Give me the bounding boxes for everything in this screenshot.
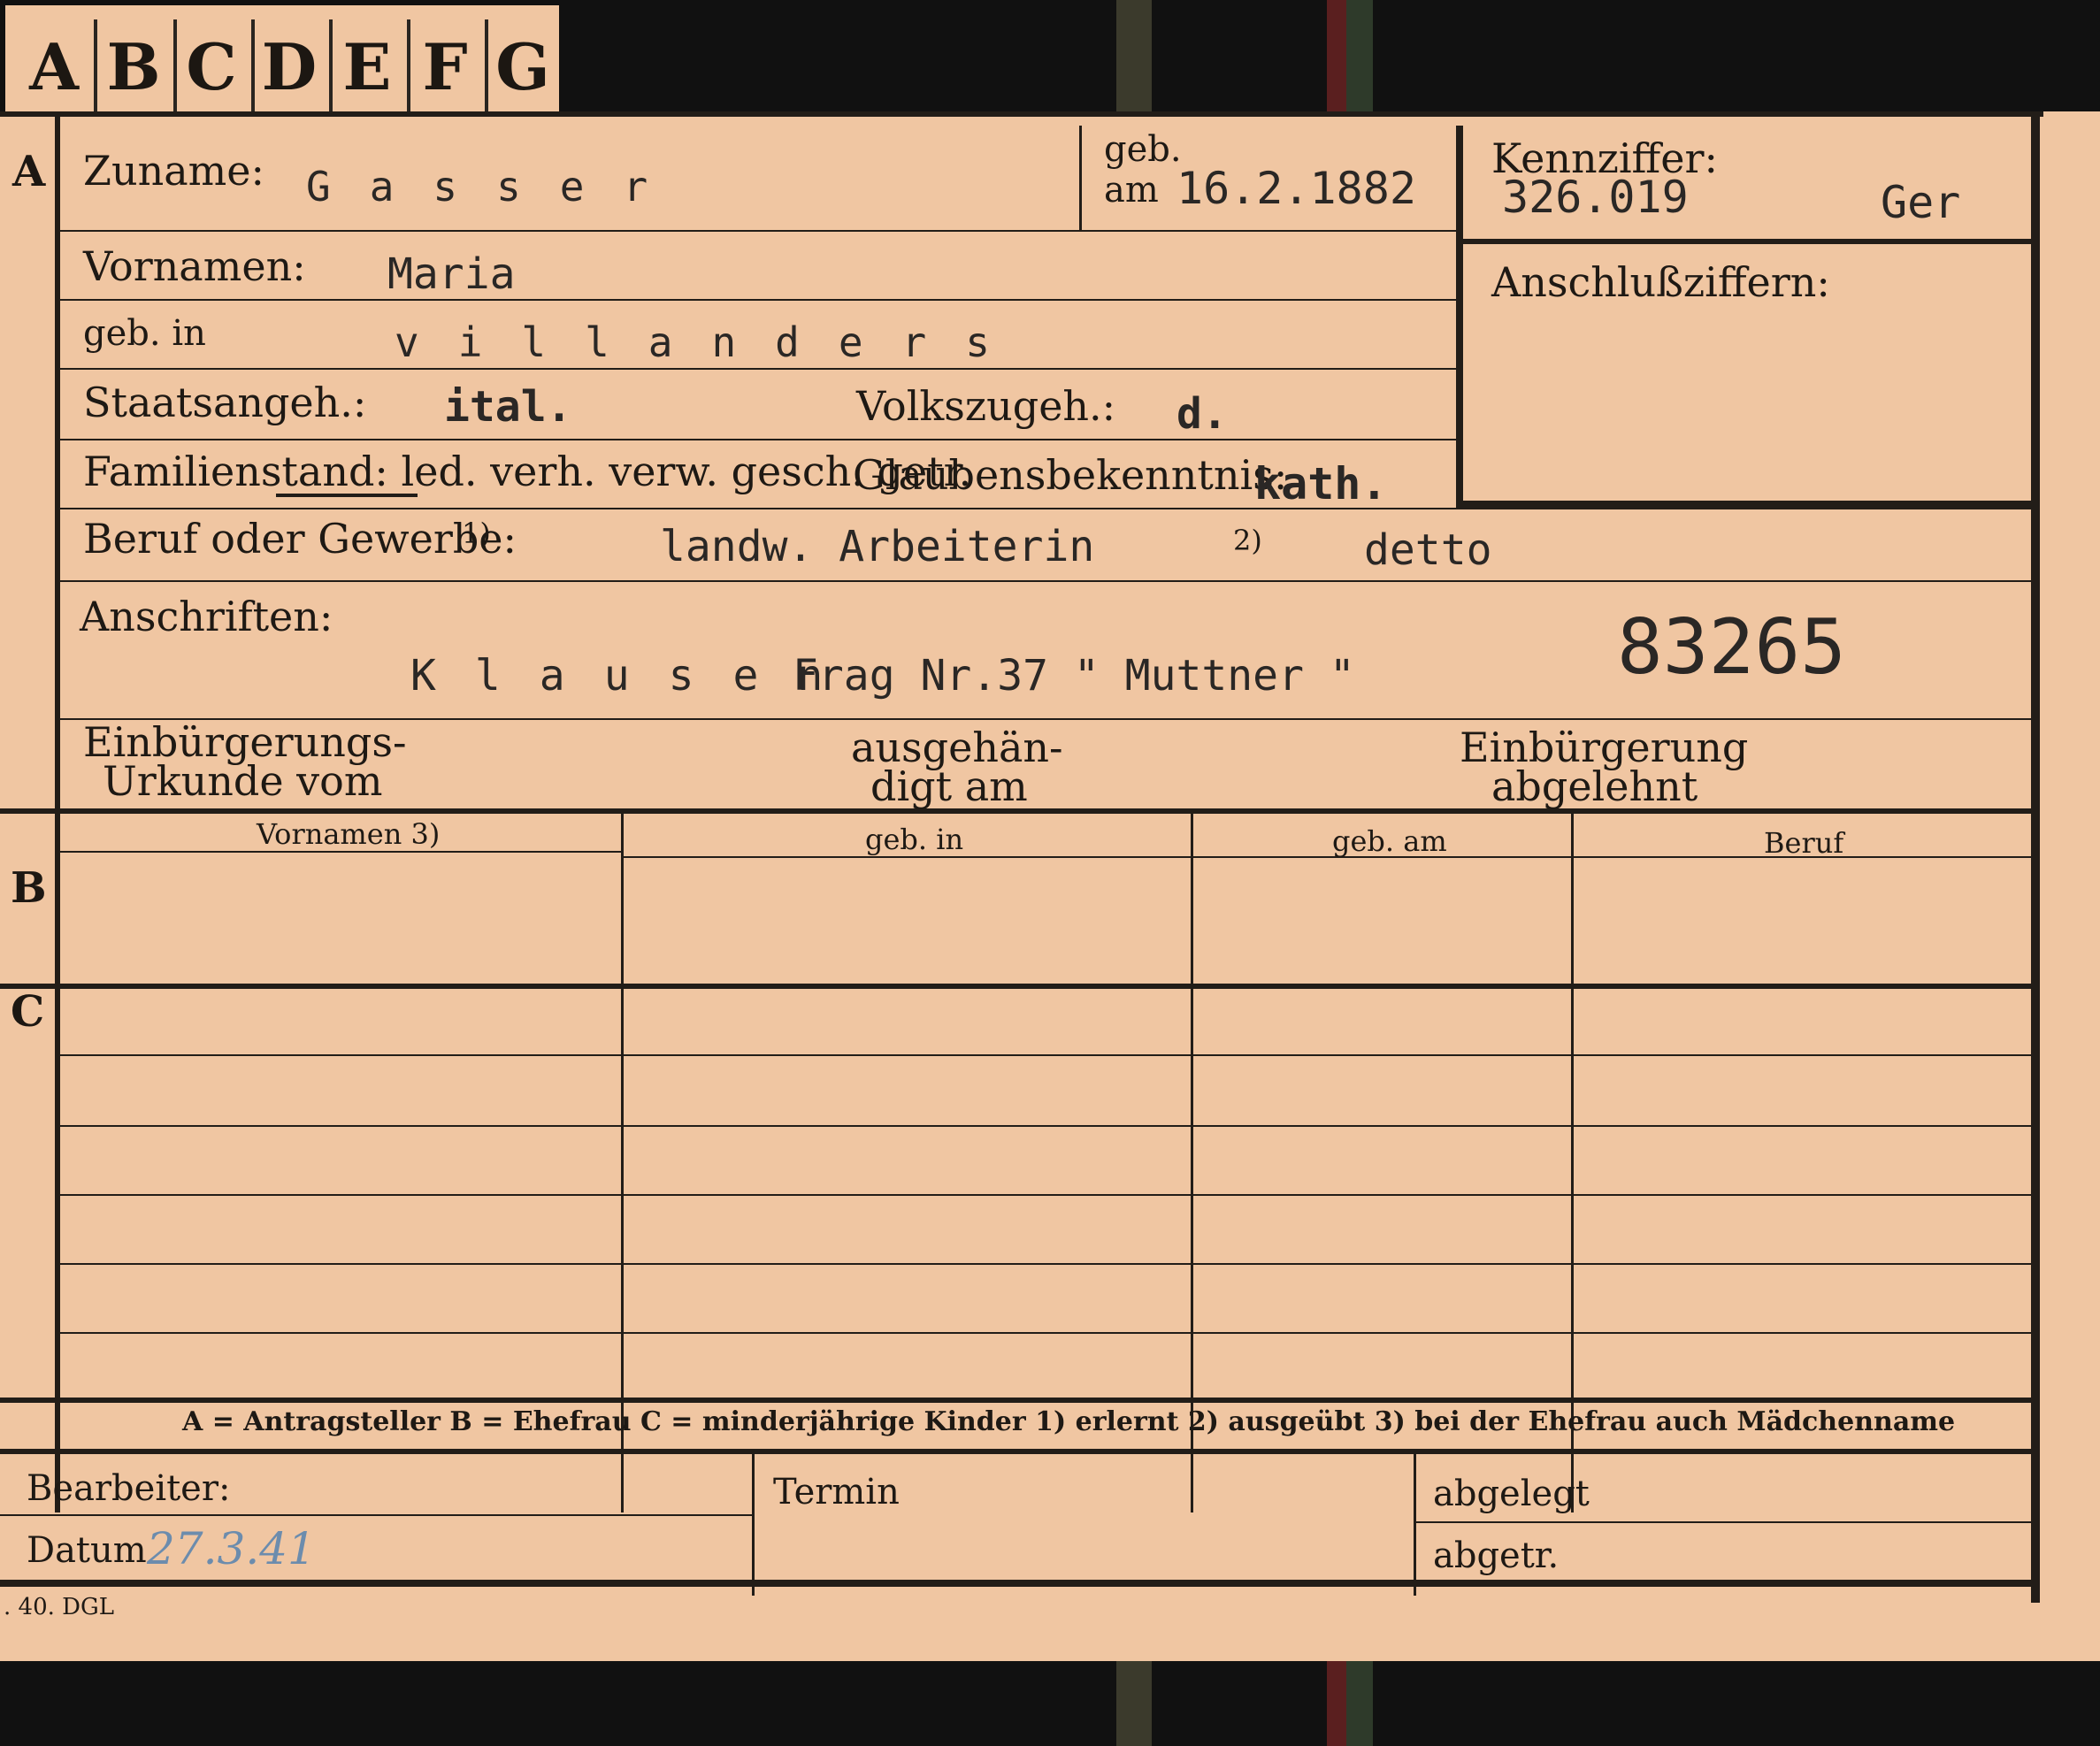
rule [60, 1194, 2033, 1196]
label-am: am [1104, 170, 1159, 211]
rule [1414, 1454, 1416, 1596]
value-geburtsdatum: 16.2.1882 [1176, 163, 1416, 214]
rule [60, 439, 1458, 440]
value-datum: 27.3.41 [147, 1523, 316, 1574]
rule [60, 1263, 2033, 1265]
value-kennziffer: 326.019 [1502, 172, 1689, 223]
tab-g: G [495, 29, 550, 104]
tab-f: F [422, 29, 468, 104]
section-b-marker: B [11, 863, 47, 913]
value-staatsangehoerigkeit: ital. [444, 382, 572, 432]
label-termin: Termin [773, 1472, 900, 1512]
label-einbuergerung-abgelehnt-2: abgelehnt [1491, 762, 1698, 810]
label-beruf: Beruf oder Gewerbe: [83, 515, 517, 563]
value-anschrift-rest: Frag Nr.37 " Muttner " [793, 651, 1355, 701]
label-glaubensbekenntnis: Glaubensbekenntnis: [853, 451, 1288, 499]
rule [60, 1125, 2033, 1127]
tab-b: B [106, 29, 161, 104]
section-c-marker: C [11, 987, 45, 1037]
column-header-geb-in: geb. in [865, 823, 964, 856]
registration-card: A B C Zuname: Gasser geb. am 16.2.1882 K… [0, 111, 2100, 1661]
rule [60, 508, 2035, 509]
legend: A = Antragsteller B = Ehefrau C = minder… [182, 1406, 1956, 1437]
column-header-beruf: Beruf [1764, 826, 1844, 860]
rule [60, 580, 2035, 582]
value-volkszugehoerigkeit: d. [1176, 389, 1228, 439]
rule [55, 814, 60, 1512]
tab-a: A [29, 29, 79, 104]
stamp-number: 83265 [1617, 603, 1846, 692]
rule [0, 1398, 2035, 1403]
label-zuname: Zuname: [83, 147, 264, 195]
value-geburtsort: villanders [395, 318, 1029, 366]
label-ausgehaendigt-2: digt am [870, 762, 1028, 810]
label-volkszugehoerigkeit: Volkszugeh.: [856, 382, 1116, 430]
rule [0, 984, 2035, 989]
section-a-marker: A [12, 147, 46, 196]
rule [60, 299, 1458, 301]
rule [0, 111, 2043, 117]
value-zuname: Gasser [306, 163, 687, 211]
tab-e: E [342, 29, 392, 104]
label-vornamen: Vornamen: [83, 242, 306, 290]
label-anschriften: Anschriften: [80, 593, 333, 640]
rule [752, 1454, 755, 1596]
tab-d: D [261, 29, 318, 104]
label-datum: Datum [27, 1530, 147, 1571]
label-geb: geb. [1104, 129, 1182, 170]
label-familienstand: Familienstand: led. verh. verw. gesch. g… [83, 448, 972, 495]
column-header-vornamen: Vornamen 3) [257, 817, 441, 851]
rule [60, 851, 621, 853]
value-beruf-erlernt: landw. Arbeiterin [660, 522, 1095, 571]
rule [1456, 126, 1463, 509]
label-staatsangehoerigkeit: Staatsangeh.: [83, 379, 367, 426]
label-anschlussziffern: Anschlußziffern: [1491, 258, 1830, 306]
label-bearbeiter: Bearbeiter: [27, 1468, 231, 1509]
value-glaubensbekenntnis: kath. [1254, 458, 1388, 509]
rule [60, 1054, 2033, 1056]
label-geb-in: geb. in [83, 313, 206, 354]
rule [60, 368, 1458, 370]
label-beruf-note1: 1) [462, 517, 491, 550]
rule [0, 1514, 752, 1516]
rule [1463, 239, 2031, 244]
label-einbuergerung-urkunde-2: Urkunde vom [103, 757, 383, 805]
rule [1415, 1521, 2031, 1523]
rule [60, 230, 1458, 232]
rule [1079, 126, 1082, 230]
label-abgetr: abgetr. [1433, 1535, 1560, 1576]
scan-background: A B C D E F G A B C Zuname: Gasser geb. … [0, 0, 2100, 1746]
label-beruf-note2: 2) [1233, 524, 1262, 557]
value-beruf-ausgeuebt: detto [1364, 525, 1492, 575]
rule [0, 1580, 2040, 1587]
label-abgelegt: abgelegt [1433, 1474, 1590, 1514]
rule [0, 1449, 2035, 1454]
index-tabs: A B C D E F G [5, 5, 559, 113]
value-vornamen: Maria [387, 249, 516, 299]
print-code: . 40. DGL [4, 1594, 115, 1620]
value-kennziffer-suffix: Ger [1881, 177, 1961, 228]
column-header-geb-am: geb. am [1332, 824, 1447, 858]
rule [2031, 117, 2040, 1603]
rule [60, 1332, 2033, 1334]
tab-c: C [186, 29, 237, 104]
